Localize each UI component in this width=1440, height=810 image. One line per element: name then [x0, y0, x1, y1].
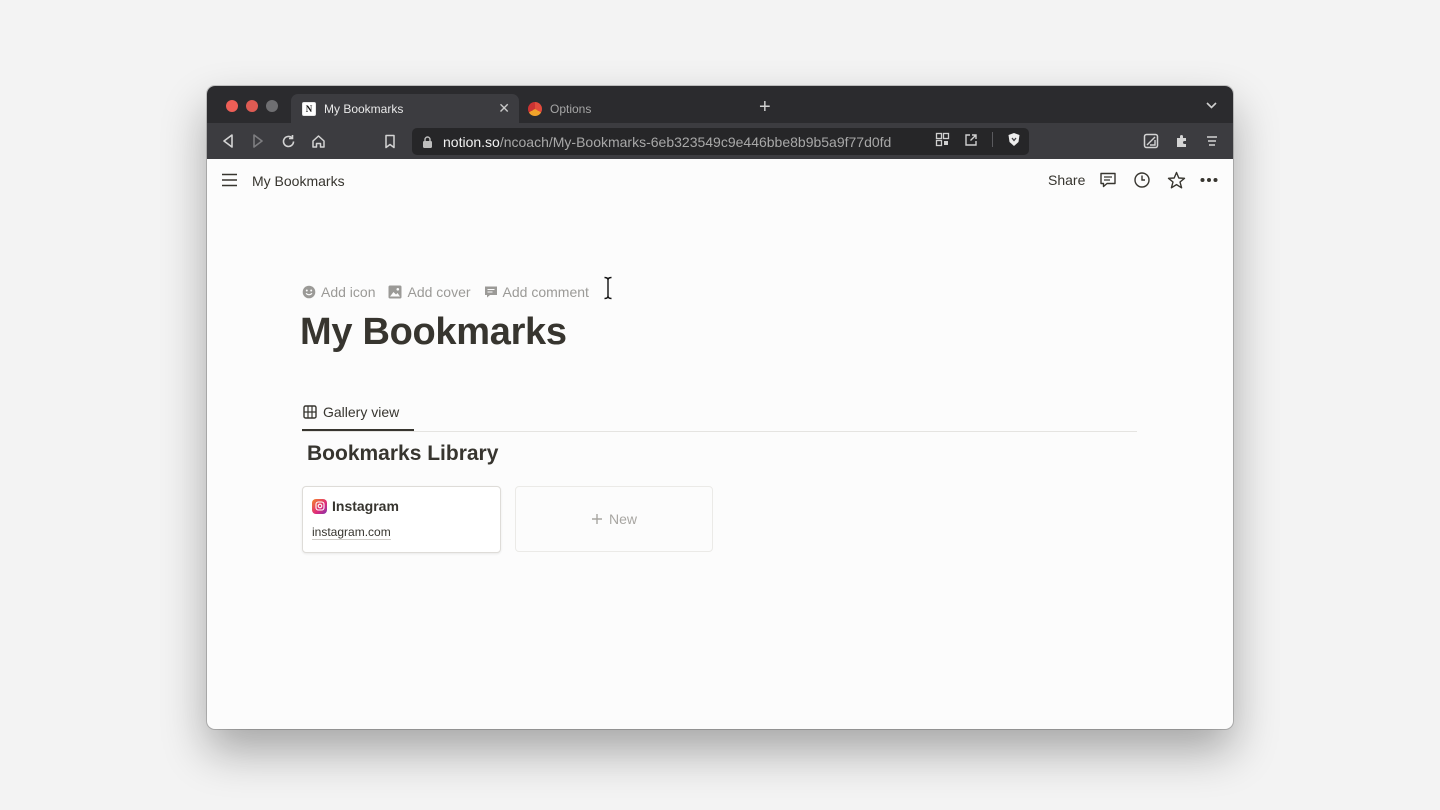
add-icon-button[interactable]: Add icon	[302, 284, 375, 300]
add-cover-button[interactable]: Add cover	[388, 284, 471, 300]
comments-icon[interactable]	[1098, 170, 1118, 190]
smiley-icon	[302, 285, 316, 299]
url-host: notion.so	[443, 133, 500, 150]
close-tab-icon[interactable]: ✕	[498, 100, 510, 117]
notion-icon: N	[302, 101, 316, 116]
chevron-down-icon[interactable]	[1206, 100, 1217, 111]
view-tab-label: Gallery view	[323, 404, 400, 420]
sidebar-menu-icon[interactable]	[221, 172, 238, 188]
lock-icon	[423, 135, 432, 148]
new-card-label: New	[608, 511, 637, 527]
address-bar[interactable]: notion.so /ncoach/My-Bookmarks-6eb323549…	[412, 128, 1029, 155]
forward-icon[interactable]	[249, 132, 267, 150]
extensions-icon[interactable]	[1173, 132, 1191, 150]
browser-window: N My Bookmarks ✕ Options + notion.so /nc…	[207, 86, 1233, 729]
back-icon[interactable]	[219, 132, 237, 150]
card-header: Instagram	[312, 498, 399, 514]
tab-title: My Bookmarks	[324, 101, 404, 116]
updates-clock-icon[interactable]	[1132, 170, 1152, 190]
breadcrumb[interactable]: My Bookmarks	[252, 173, 345, 189]
wallet-icon[interactable]	[1142, 132, 1160, 150]
options-icon	[528, 101, 542, 116]
page-actions: Add icon Add cover Add comment	[302, 284, 589, 300]
qr-code-icon[interactable]	[935, 132, 950, 147]
add-comment-label: Add comment	[502, 284, 589, 300]
home-icon[interactable]	[309, 132, 327, 150]
browser-toolbar: notion.so /ncoach/My-Bookmarks-6eb323549…	[207, 123, 1233, 159]
card-title: Instagram	[332, 498, 399, 514]
comment-icon	[484, 286, 497, 298]
text-cursor-icon	[604, 276, 612, 300]
new-card-button[interactable]: New	[515, 486, 713, 552]
plus-icon	[591, 514, 602, 524]
menu-icon[interactable]	[1203, 132, 1221, 150]
card-url-link[interactable]: instagram.com	[312, 525, 391, 540]
tab-strip: N My Bookmarks ✕ Options +	[207, 86, 1233, 123]
database-title[interactable]: Bookmarks Library	[307, 442, 498, 466]
add-comment-button[interactable]: Add comment	[484, 284, 589, 300]
favorite-star-icon[interactable]	[1166, 170, 1186, 190]
close-window-button[interactable]	[226, 100, 238, 112]
reload-icon[interactable]	[279, 132, 297, 150]
tab-options[interactable]: Options	[525, 94, 745, 123]
brave-shield-icon[interactable]	[1007, 132, 1021, 147]
gallery-card[interactable]: Instagram instagram.com	[302, 486, 501, 553]
divider	[302, 431, 1137, 432]
tab-gallery-view[interactable]: Gallery view	[303, 404, 399, 420]
share-button[interactable]: Share	[1048, 172, 1085, 188]
open-external-icon[interactable]	[964, 133, 978, 147]
zoom-window-button[interactable]	[266, 100, 278, 112]
tab-title: Options	[550, 101, 592, 116]
add-cover-label: Add cover	[407, 284, 471, 300]
tab-my-bookmarks[interactable]: N My Bookmarks ✕	[291, 94, 519, 123]
url-path: /ncoach/My-Bookmarks-6eb323549c9e446bbe8…	[499, 133, 892, 150]
instagram-icon	[312, 498, 327, 514]
minimize-window-button[interactable]	[246, 100, 258, 112]
add-icon-label: Add icon	[321, 284, 376, 300]
gallery-grid-icon	[303, 405, 317, 419]
image-icon	[388, 285, 402, 299]
notion-topbar: My Bookmarks Share	[207, 159, 1233, 203]
new-tab-button[interactable]: +	[759, 97, 771, 117]
bookmark-icon[interactable]	[381, 132, 399, 150]
page-title[interactable]: My Bookmarks	[300, 311, 567, 354]
more-options-icon[interactable]	[1199, 170, 1219, 190]
divider	[992, 132, 993, 147]
